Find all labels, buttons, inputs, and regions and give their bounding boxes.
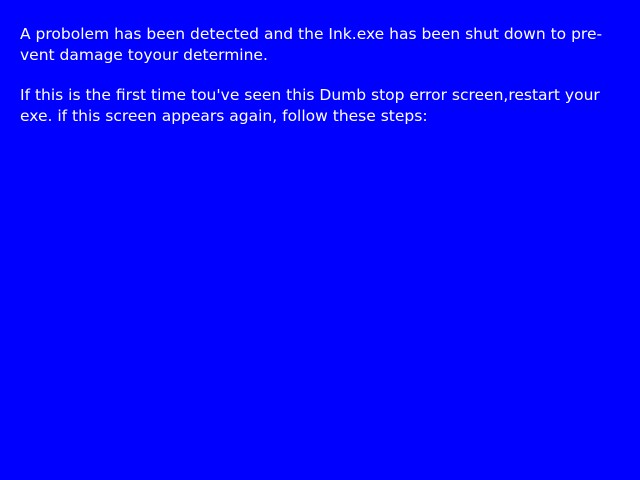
restart-instructions-line: exe. if this screen appears again, follo… xyxy=(20,107,428,125)
restart-instructions-paragraph: If this is the first time tou've seen th… xyxy=(20,85,600,127)
error-message-line: A probolem has been detected and the Ink… xyxy=(20,25,603,43)
error-screen: A probolem has been detected and the Ink… xyxy=(0,0,640,480)
error-message-paragraph: A probolem has been detected and the Ink… xyxy=(20,24,602,66)
restart-instructions-line: If this is the first time tou've seen th… xyxy=(20,86,600,104)
error-message-line: vent damage toyour determine. xyxy=(20,46,268,64)
